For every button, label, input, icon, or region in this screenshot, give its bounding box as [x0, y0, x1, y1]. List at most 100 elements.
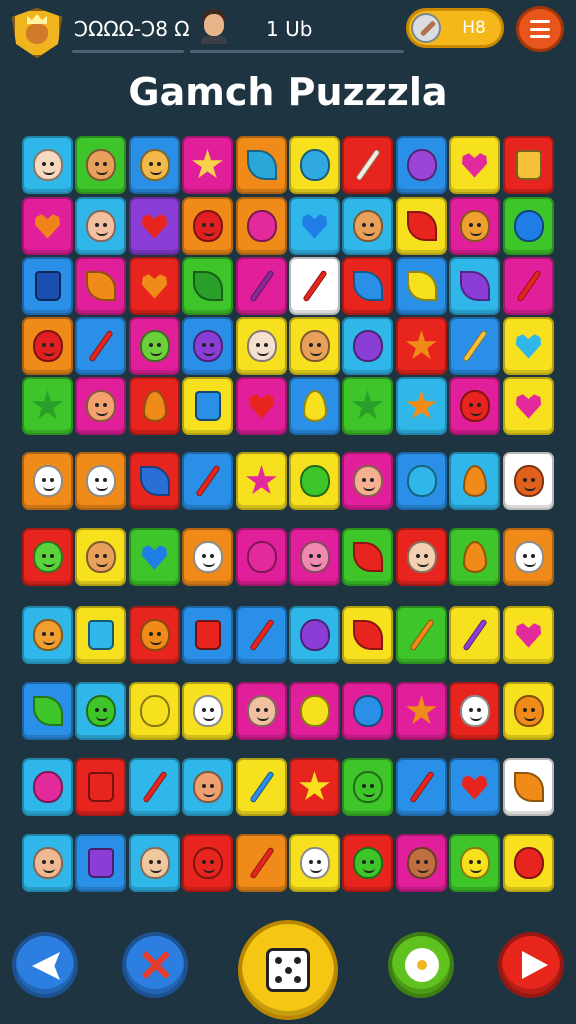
puzzle-tile[interactable]	[396, 257, 447, 315]
puzzle-tile[interactable]	[129, 528, 180, 586]
puzzle-tile[interactable]	[182, 528, 233, 586]
puzzle-tile[interactable]	[503, 452, 554, 510]
puzzle-tile[interactable]	[75, 197, 126, 255]
puzzle-tile[interactable]	[75, 377, 126, 435]
flower-button[interactable]	[388, 932, 454, 998]
puzzle-tile[interactable]	[289, 377, 340, 435]
puzzle-tile[interactable]	[129, 758, 180, 816]
puzzle-tile[interactable]	[449, 377, 500, 435]
puzzle-tile[interactable]	[236, 834, 287, 892]
puzzle-tile[interactable]	[75, 452, 126, 510]
puzzle-tile[interactable]	[129, 317, 180, 375]
puzzle-tile[interactable]	[22, 682, 73, 740]
puzzle-tile[interactable]	[503, 758, 554, 816]
puzzle-tile[interactable]	[342, 528, 393, 586]
puzzle-tile[interactable]	[182, 834, 233, 892]
puzzle-tile[interactable]	[289, 317, 340, 375]
puzzle-tile[interactable]	[342, 317, 393, 375]
puzzle-tile[interactable]	[396, 528, 447, 586]
puzzle-tile[interactable]	[236, 452, 287, 510]
puzzle-tile[interactable]	[236, 758, 287, 816]
puzzle-tile[interactable]	[236, 606, 287, 664]
puzzle-tile[interactable]	[75, 606, 126, 664]
puzzle-tile[interactable]	[236, 317, 287, 375]
puzzle-tile[interactable]	[236, 257, 287, 315]
puzzle-tile[interactable]	[289, 257, 340, 315]
puzzle-tile[interactable]	[289, 682, 340, 740]
puzzle-tile[interactable]	[289, 834, 340, 892]
puzzle-tile[interactable]	[449, 317, 500, 375]
puzzle-tile[interactable]	[22, 377, 73, 435]
puzzle-tile[interactable]	[396, 197, 447, 255]
puzzle-tile[interactable]	[236, 197, 287, 255]
puzzle-tile[interactable]	[22, 834, 73, 892]
puzzle-tile[interactable]	[449, 136, 500, 194]
puzzle-tile[interactable]	[342, 606, 393, 664]
puzzle-tile[interactable]	[503, 197, 554, 255]
puzzle-tile[interactable]	[129, 834, 180, 892]
puzzle-tile[interactable]	[129, 197, 180, 255]
puzzle-tile[interactable]	[396, 377, 447, 435]
puzzle-tile[interactable]	[342, 197, 393, 255]
puzzle-tile[interactable]	[182, 377, 233, 435]
puzzle-tile[interactable]	[22, 197, 73, 255]
puzzle-tile[interactable]	[182, 257, 233, 315]
puzzle-tile[interactable]	[342, 834, 393, 892]
puzzle-tile[interactable]	[182, 452, 233, 510]
puzzle-tile[interactable]	[503, 606, 554, 664]
puzzle-tile[interactable]	[75, 758, 126, 816]
puzzle-tile[interactable]	[236, 528, 287, 586]
puzzle-tile[interactable]	[396, 136, 447, 194]
puzzle-tile[interactable]	[289, 528, 340, 586]
puzzle-tile[interactable]	[503, 377, 554, 435]
puzzle-tile[interactable]	[396, 834, 447, 892]
puzzle-tile[interactable]	[236, 682, 287, 740]
puzzle-tile[interactable]	[342, 257, 393, 315]
puzzle-tile[interactable]	[449, 257, 500, 315]
puzzle-tile[interactable]	[396, 606, 447, 664]
puzzle-tile[interactable]	[182, 136, 233, 194]
puzzle-tile[interactable]	[342, 377, 393, 435]
puzzle-tile[interactable]	[503, 834, 554, 892]
back-button[interactable]	[12, 932, 78, 998]
play-button[interactable]	[498, 932, 564, 998]
puzzle-tile[interactable]	[289, 136, 340, 194]
puzzle-tile[interactable]	[449, 452, 500, 510]
puzzle-tile[interactable]	[342, 682, 393, 740]
puzzle-tile[interactable]	[449, 834, 500, 892]
puzzle-tile[interactable]	[22, 317, 73, 375]
puzzle-tile[interactable]	[75, 257, 126, 315]
puzzle-tile[interactable]	[75, 317, 126, 375]
puzzle-tile[interactable]	[449, 528, 500, 586]
puzzle-tile[interactable]	[289, 758, 340, 816]
menu-button[interactable]	[516, 6, 564, 52]
puzzle-tile[interactable]	[22, 758, 73, 816]
puzzle-tile[interactable]	[22, 452, 73, 510]
puzzle-tile[interactable]	[129, 257, 180, 315]
puzzle-tile[interactable]	[396, 682, 447, 740]
puzzle-tile[interactable]	[449, 682, 500, 740]
puzzle-tile[interactable]	[503, 317, 554, 375]
puzzle-tile[interactable]	[503, 136, 554, 194]
fox-crest-icon[interactable]	[12, 8, 62, 58]
puzzle-tile[interactable]	[236, 377, 287, 435]
puzzle-tile[interactable]	[236, 136, 287, 194]
puzzle-tile[interactable]	[503, 528, 554, 586]
puzzle-tile[interactable]	[182, 682, 233, 740]
puzzle-tile[interactable]	[129, 606, 180, 664]
puzzle-tile[interactable]	[449, 758, 500, 816]
puzzle-tile[interactable]	[129, 682, 180, 740]
puzzle-tile[interactable]	[75, 528, 126, 586]
puzzle-tile[interactable]	[129, 452, 180, 510]
puzzle-tile[interactable]	[182, 197, 233, 255]
puzzle-tile[interactable]	[75, 834, 126, 892]
puzzle-tile[interactable]	[342, 452, 393, 510]
puzzle-tile[interactable]	[22, 257, 73, 315]
shuffle-button[interactable]	[122, 932, 188, 998]
puzzle-tile[interactable]	[182, 606, 233, 664]
puzzle-tile[interactable]	[396, 452, 447, 510]
dice-button[interactable]	[238, 920, 338, 1020]
player-avatar-icon[interactable]	[198, 8, 230, 44]
puzzle-tile[interactable]	[129, 377, 180, 435]
puzzle-tile[interactable]	[289, 197, 340, 255]
